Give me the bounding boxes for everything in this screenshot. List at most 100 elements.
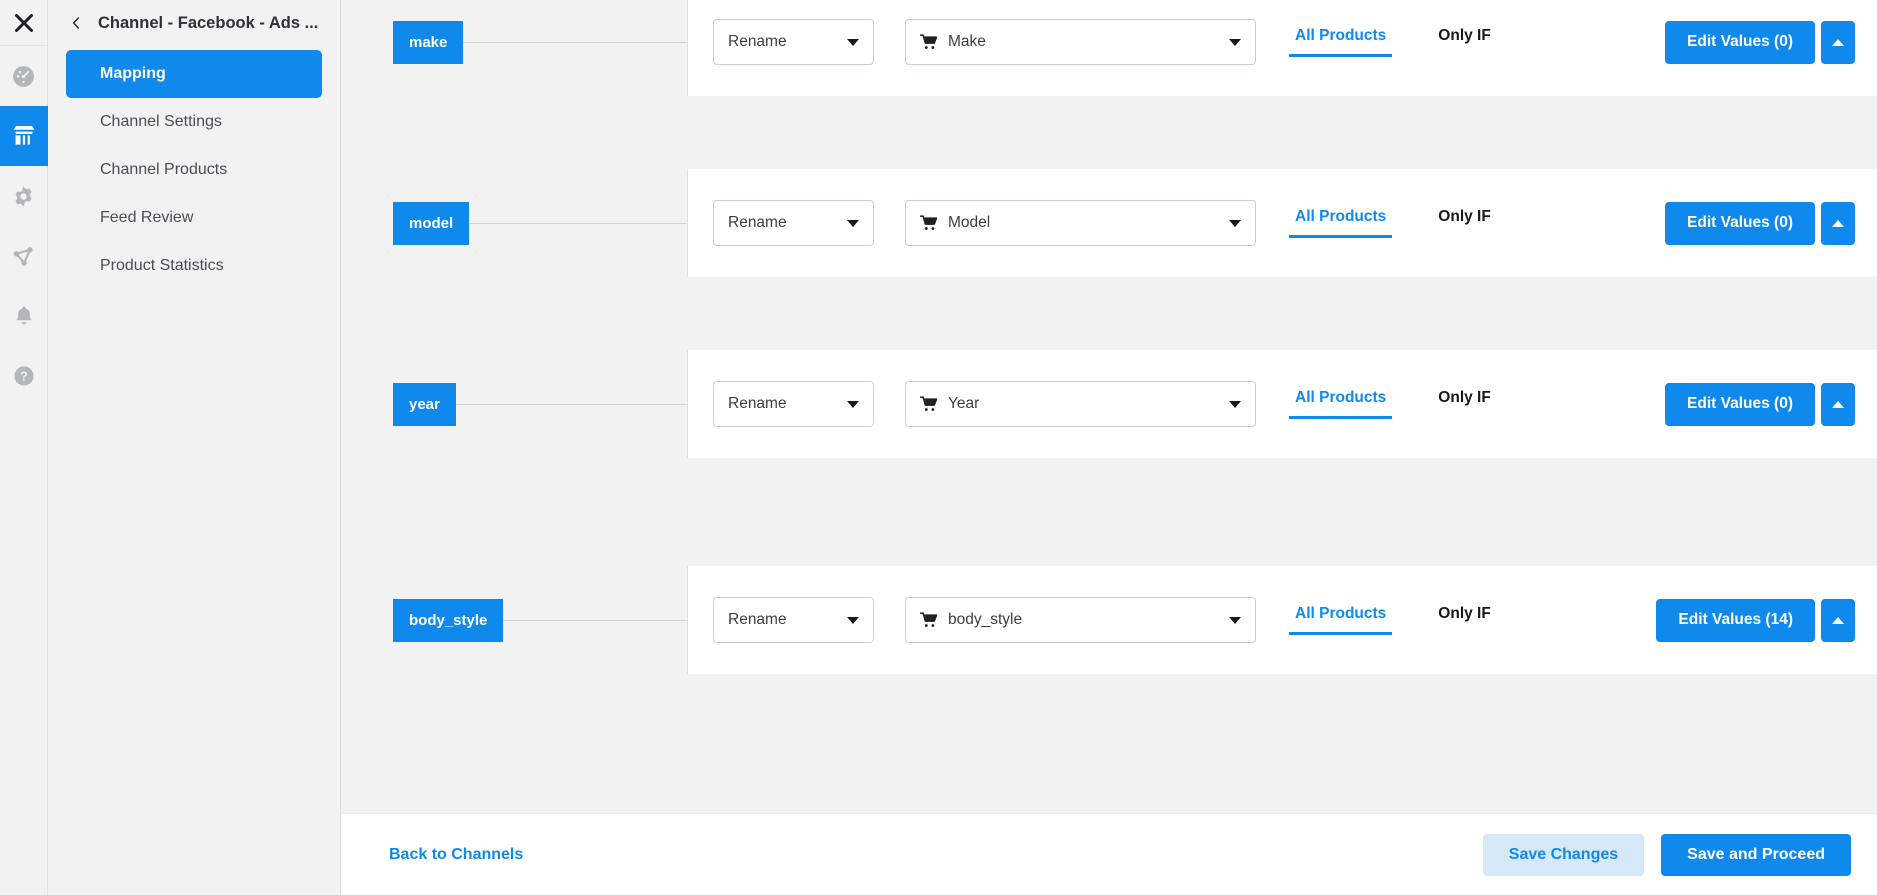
cart-icon (920, 215, 939, 231)
action-select[interactable]: Rename (713, 200, 874, 246)
row-card: Rename (687, 350, 1877, 458)
secondary-nav-panel: Channel - Facebook - Ads ... Mapping Cha… (48, 0, 341, 895)
chevron-down-icon (1229, 220, 1241, 227)
close-icon[interactable] (0, 0, 48, 46)
target-field-value: Model (948, 214, 990, 232)
row-actions: Edit Values (0) (1665, 21, 1855, 64)
icon-rail: ? (0, 0, 48, 895)
edit-values-button[interactable]: Edit Values (0) (1665, 383, 1815, 426)
target-field-select[interactable]: Make (905, 19, 1256, 65)
row-source: make (341, 0, 687, 96)
action-select-value: Rename (728, 611, 839, 629)
target-field-select[interactable]: Model (905, 200, 1256, 246)
tab-all-products[interactable]: All Products (1289, 605, 1392, 635)
tab-all-products[interactable]: All Products (1289, 208, 1392, 238)
collapse-row-button[interactable] (1821, 383, 1855, 426)
target-field-select[interactable]: body_style (905, 597, 1256, 643)
row-source: year (341, 350, 687, 458)
row-tabs: All Products Only IF (1289, 389, 1497, 419)
cart-icon (920, 612, 939, 628)
sidebar-item-channel-products[interactable]: Channel Products (66, 146, 322, 194)
sidebar-item-label: Product Statistics (100, 257, 224, 275)
sidebar-item-label: Mapping (100, 65, 166, 83)
share-icon[interactable] (0, 226, 48, 286)
cart-icon (920, 396, 939, 412)
sidebar-item-label: Channel Products (100, 161, 227, 179)
chevron-up-icon (1832, 220, 1844, 227)
table-row: model Rename (341, 169, 1877, 277)
table-row: body_style Rename (341, 566, 1877, 674)
tab-all-products[interactable]: All Products (1289, 27, 1392, 57)
chevron-down-icon (847, 401, 859, 408)
chevron-down-icon (847, 39, 859, 46)
help-icon[interactable]: ? (0, 346, 48, 406)
action-select-value: Rename (728, 33, 839, 51)
target-field-value: body_style (948, 611, 1022, 629)
edit-values-button[interactable]: Edit Values (0) (1665, 21, 1815, 64)
tab-only-if[interactable]: Only IF (1432, 389, 1497, 419)
row-card: Rename (687, 566, 1877, 674)
action-select[interactable]: Rename (713, 381, 874, 427)
cart-icon (920, 34, 939, 50)
chevron-up-icon (1832, 401, 1844, 408)
row-actions: Edit Values (14) (1656, 599, 1855, 642)
edit-values-button[interactable]: Edit Values (14) (1656, 599, 1815, 642)
action-select[interactable]: Rename (713, 19, 874, 65)
sidebar-item-mapping[interactable]: Mapping (66, 50, 322, 98)
chevron-up-icon (1832, 39, 1844, 46)
gear-icon[interactable] (0, 166, 48, 226)
row-card: Rename (687, 0, 1877, 96)
sidebar-item-label: Channel Settings (100, 113, 222, 131)
collapse-row-button[interactable] (1821, 202, 1855, 245)
collapse-row-button[interactable] (1821, 599, 1855, 642)
store-icon[interactable] (0, 106, 48, 166)
sidebar-item-product-statistics[interactable]: Product Statistics (66, 242, 322, 290)
sidebar-item-label: Feed Review (100, 209, 193, 227)
tab-only-if[interactable]: Only IF (1432, 27, 1497, 57)
tab-all-products[interactable]: All Products (1289, 389, 1392, 419)
mapping-rows: make Rename (341, 0, 1877, 813)
save-and-proceed-button[interactable]: Save and Proceed (1661, 834, 1851, 876)
chevron-down-icon (1229, 617, 1241, 624)
collapse-row-button[interactable] (1821, 21, 1855, 64)
table-row: make Rename (341, 0, 1877, 96)
target-field-value: Make (948, 33, 986, 51)
row-actions: Edit Values (0) (1665, 202, 1855, 245)
chevron-down-icon (1229, 401, 1241, 408)
source-field-tag[interactable]: make (393, 21, 463, 64)
chevron-down-icon (847, 220, 859, 227)
chevron-down-icon (1229, 39, 1241, 46)
source-field-tag[interactable]: model (393, 202, 469, 245)
table-row: year Rename (341, 350, 1877, 458)
target-field-select[interactable]: Year (905, 381, 1256, 427)
chevron-up-icon (1832, 617, 1844, 624)
dashboard-icon[interactable] (0, 46, 48, 106)
tab-only-if[interactable]: Only IF (1432, 605, 1497, 635)
action-select-value: Rename (728, 214, 839, 232)
sidebar-item-feed-review[interactable]: Feed Review (66, 194, 322, 242)
row-source: body_style (341, 566, 687, 674)
chevron-left-icon[interactable] (70, 17, 82, 29)
footer-bar: Back to Channels Save Changes Save and P… (341, 813, 1877, 895)
back-to-channels-link[interactable]: Back to Channels (389, 846, 523, 864)
bell-icon[interactable] (0, 286, 48, 346)
row-actions: Edit Values (0) (1665, 383, 1855, 426)
action-select-value: Rename (728, 395, 839, 413)
page-title: Channel - Facebook - Ads ... (98, 14, 318, 33)
save-changes-button[interactable]: Save Changes (1483, 834, 1644, 876)
tab-only-if[interactable]: Only IF (1432, 208, 1497, 238)
edit-values-button[interactable]: Edit Values (0) (1665, 202, 1815, 245)
row-tabs: All Products Only IF (1289, 605, 1497, 635)
source-field-tag[interactable]: body_style (393, 599, 503, 642)
row-tabs: All Products Only IF (1289, 208, 1497, 238)
source-field-tag[interactable]: year (393, 383, 456, 426)
target-field-value: Year (948, 395, 979, 413)
svg-text:?: ? (20, 370, 28, 384)
nav-list: Mapping Channel Settings Channel Product… (66, 50, 322, 290)
main-content: make Rename (341, 0, 1877, 895)
nav-header: Channel - Facebook - Ads ... (66, 0, 322, 46)
row-tabs: All Products Only IF (1289, 27, 1497, 57)
action-select[interactable]: Rename (713, 597, 874, 643)
row-source: model (341, 169, 687, 277)
sidebar-item-channel-settings[interactable]: Channel Settings (66, 98, 322, 146)
